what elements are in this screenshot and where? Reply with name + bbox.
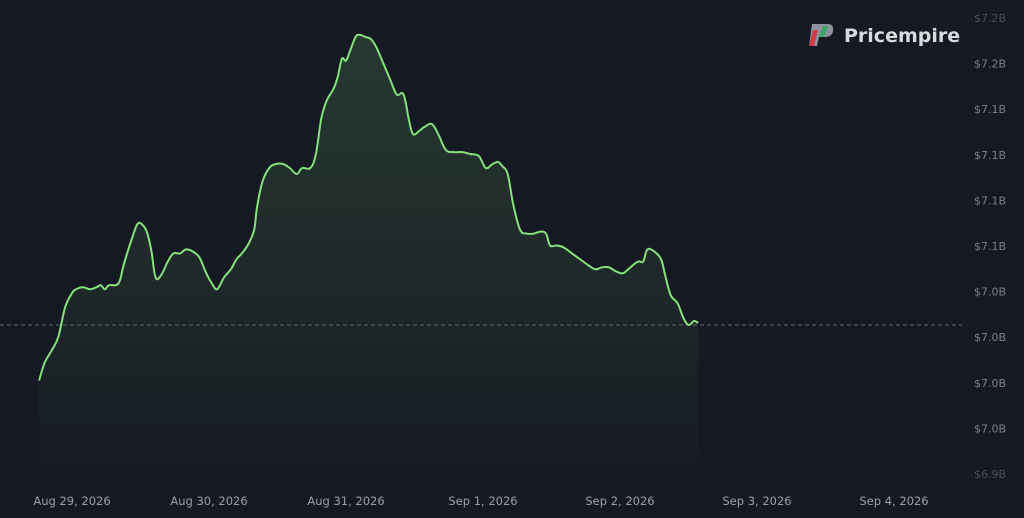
y-tick-label: $7.1B xyxy=(974,240,1006,253)
y-tick-label: $7.0B xyxy=(974,422,1006,435)
y-tick-label: $7.1B xyxy=(974,103,1006,116)
x-tick-label: Aug 29, 2026 xyxy=(33,494,110,508)
y-tick-label: $7.0B xyxy=(974,377,1006,390)
x-tick-label: Sep 3, 2026 xyxy=(722,494,791,508)
x-tick-label: Aug 31, 2026 xyxy=(307,494,384,508)
brand-name: Pricempire xyxy=(844,25,960,47)
x-tick-label: Sep 2, 2026 xyxy=(585,494,654,508)
y-tick-label: $7.1B xyxy=(974,194,1006,207)
x-tick-label: Sep 4, 2026 xyxy=(859,494,928,508)
price-chart: $7.2B $7.2B $7.1B $7.1B $7.1B $7.1B $7.0B $7.0B… xyxy=(0,0,1024,518)
y-tick-label: $6.9B xyxy=(974,468,1006,481)
y-tick-label: $7.2B xyxy=(974,12,1006,25)
y-tick-label: $7.1B xyxy=(974,149,1006,162)
y-tick-label: $7.0B xyxy=(974,286,1006,299)
y-tick-label: $7.2B xyxy=(974,58,1006,71)
y-tick-label: $7.0B xyxy=(974,331,1006,344)
x-tick-label: Aug 30, 2026 xyxy=(170,494,247,508)
chart-canvas: $7.2B $7.2B $7.1B $7.1B $7.1B $7.1B $7.0B $7.0B… xyxy=(0,0,1024,518)
x-tick-label: Sep 1, 2026 xyxy=(448,494,517,508)
